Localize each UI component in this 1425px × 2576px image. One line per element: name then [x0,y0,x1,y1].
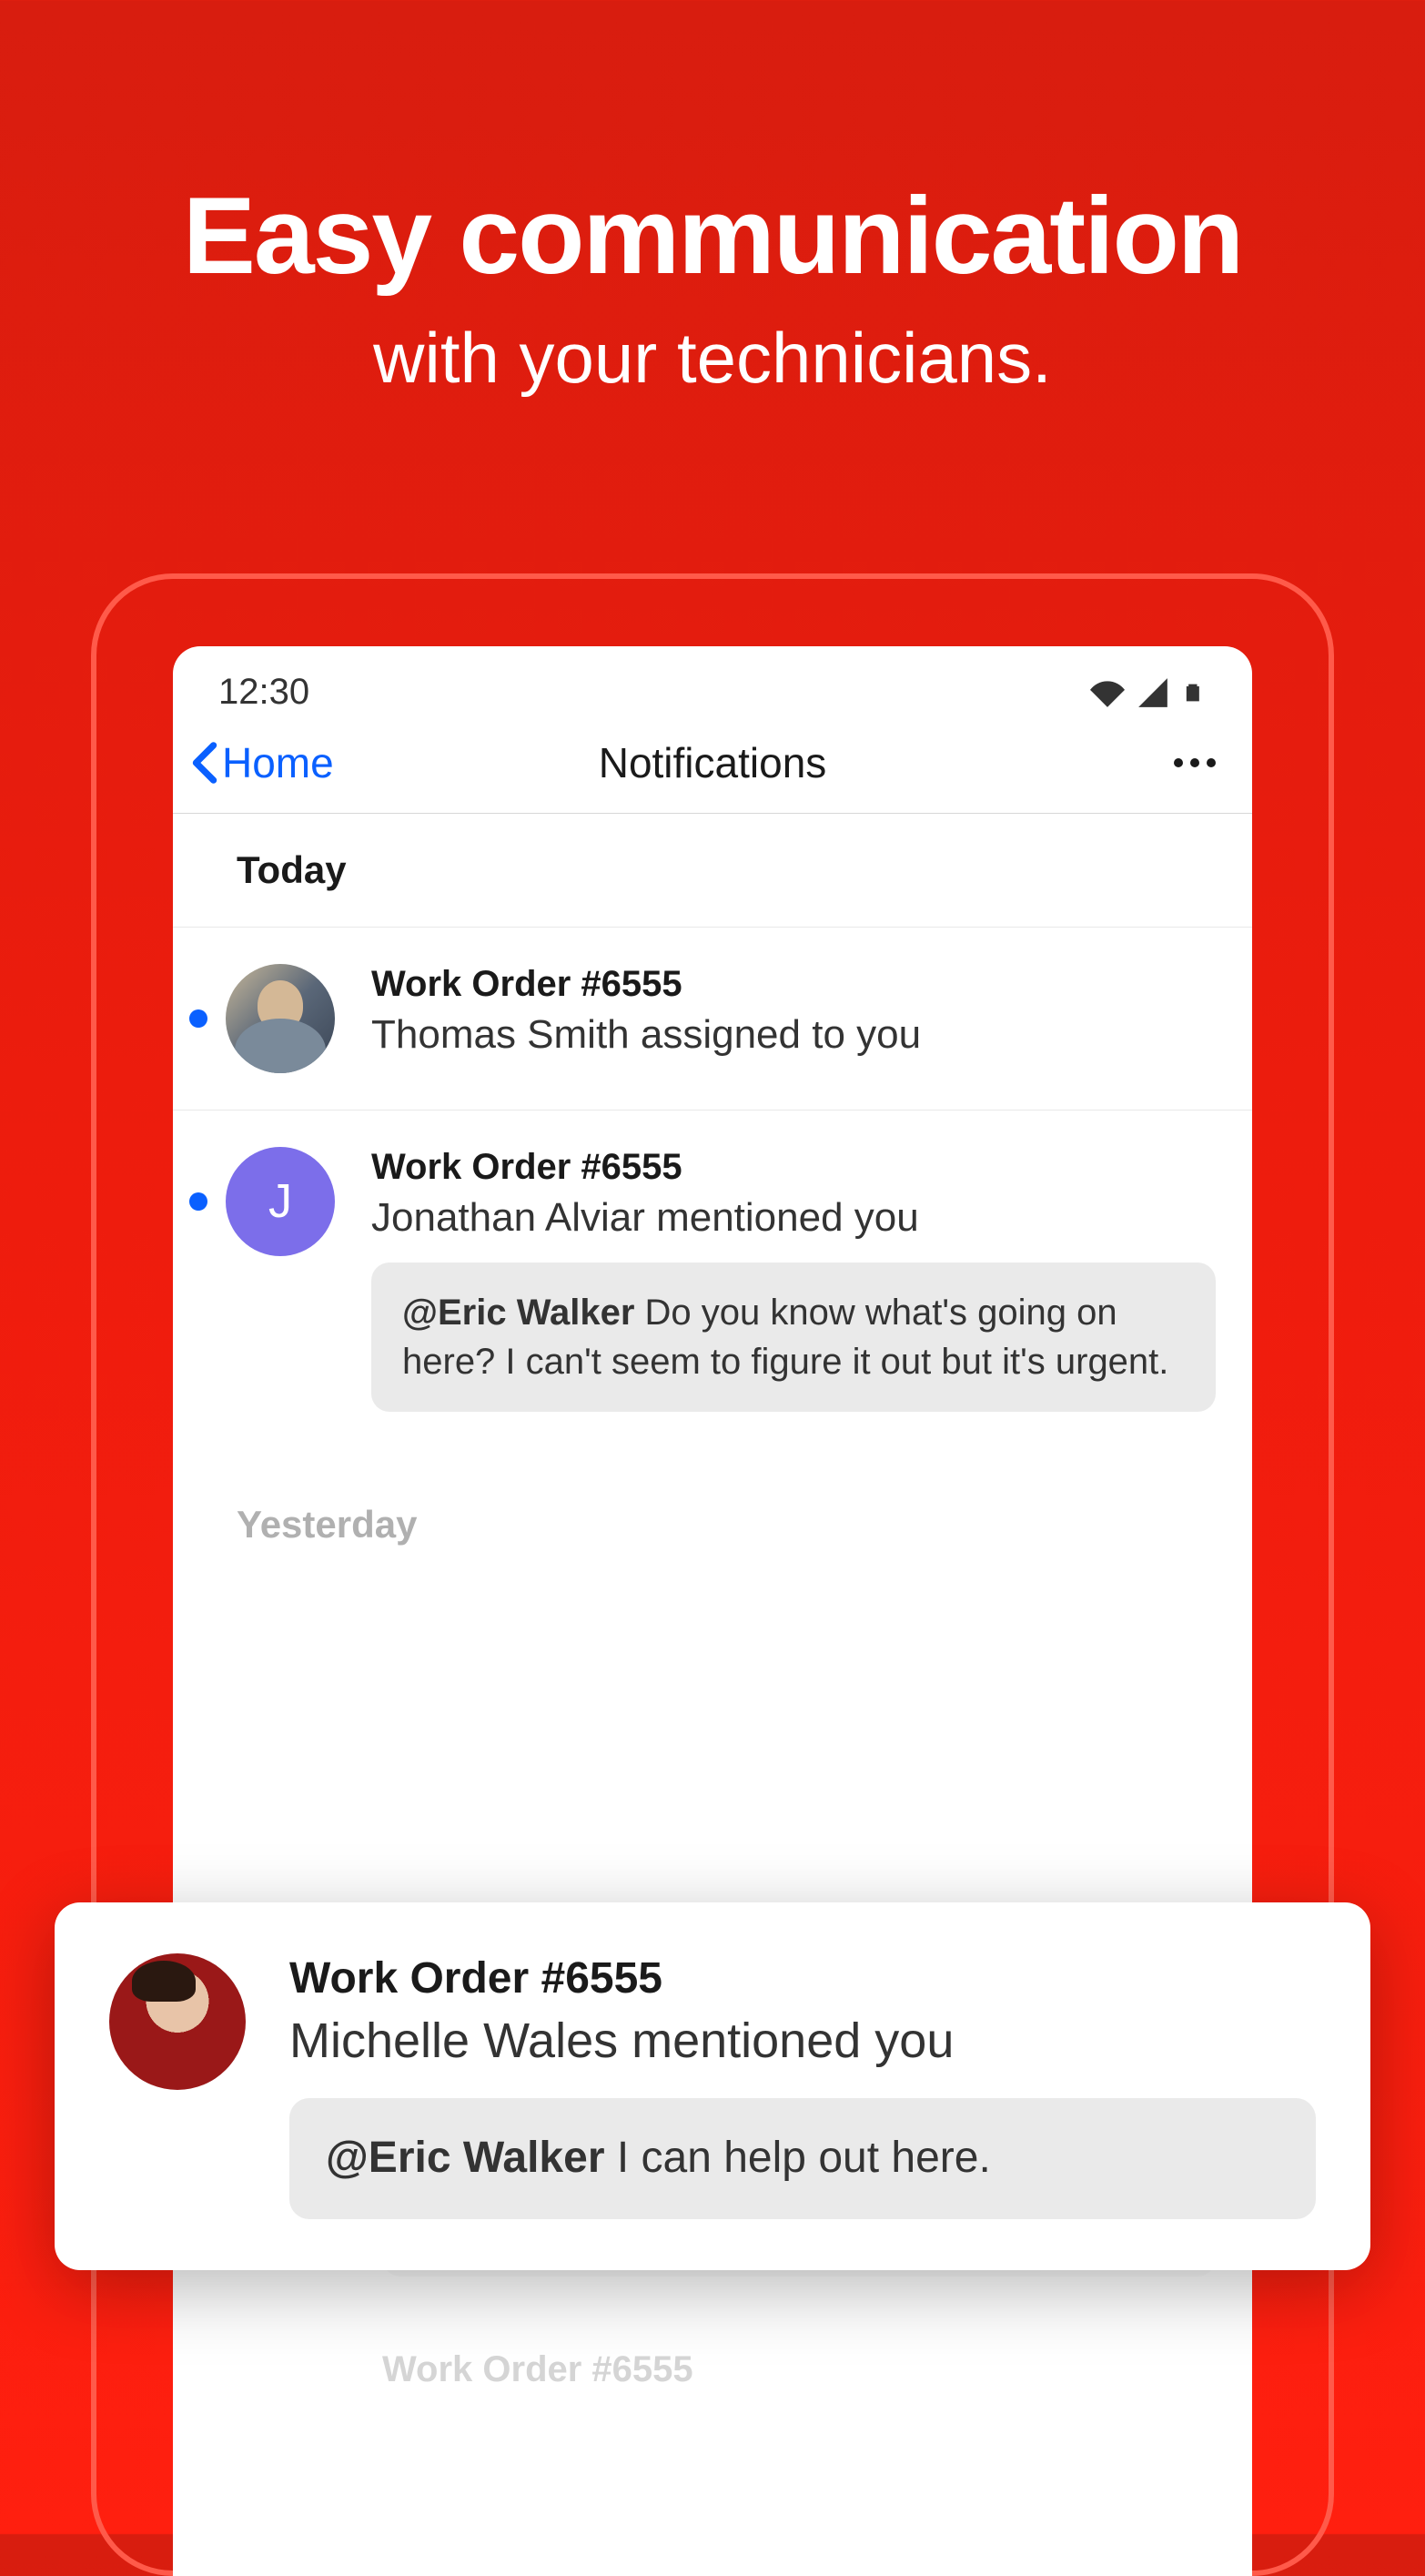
mention: @Eric Walker [402,1293,634,1333]
notification-item[interactable]: Work Order #6555 Thomas Smith assigned t… [173,928,1252,1111]
status-time: 12:30 [218,672,309,713]
more-button[interactable] [1174,758,1216,767]
notification-text: Michelle Wales mentioned you [289,2013,1316,2069]
back-button[interactable]: Home [191,738,334,787]
section-today: Today [173,814,1252,928]
avatar [109,1953,246,2090]
headline-bold: Easy communication [0,173,1425,299]
avatar: J [226,1147,335,1256]
unread-indicator [189,1192,207,1211]
signal-icon [1136,675,1170,710]
page-title: Notifications [599,738,827,787]
quote-bubble: @Eric Walker I can help out here. [289,2098,1316,2219]
marketing-headline: Easy communication with your technicians… [0,0,1425,400]
notification-text: Jonathan Alviar mentioned you [371,1195,1216,1241]
status-bar: 12:30 [173,646,1252,722]
quote-bubble: @Eric Walker Do you know what's going on… [371,1263,1216,1412]
unread-indicator [189,1009,207,1028]
notification-title: Work Order #6555 [371,1147,1216,1188]
notification-title: Work Order #6555 [289,1953,1316,2003]
notification-title: Work Order #6555 [382,2349,1216,2390]
phone-screen: 12:30 Home Notifications Today Work Orde… [173,646,1252,2576]
back-label: Home [222,738,334,787]
notification-text: Thomas Smith assigned to you [371,1012,1216,1058]
avatar [226,964,335,1073]
floating-notification-card[interactable]: Work Order #6555 Michelle Wales mentione… [55,1902,1370,2270]
notification-item[interactable]: J Work Order #6555 Jonathan Alviar menti… [173,1111,1252,1448]
section-yesterday: Yesterday [173,1448,1252,1581]
wifi-icon [1090,675,1125,710]
battery-icon [1181,675,1207,710]
quote-text: I can help out here. [605,2134,991,2182]
faded-notification: Work Order #6555 [173,2322,1252,2390]
headline-light: with your technicians. [0,317,1425,400]
chevron-left-icon [191,741,218,785]
notification-title: Work Order #6555 [371,964,1216,1005]
status-icons [1090,675,1207,710]
mention: @Eric Walker [326,2134,605,2182]
nav-bar: Home Notifications [173,722,1252,814]
